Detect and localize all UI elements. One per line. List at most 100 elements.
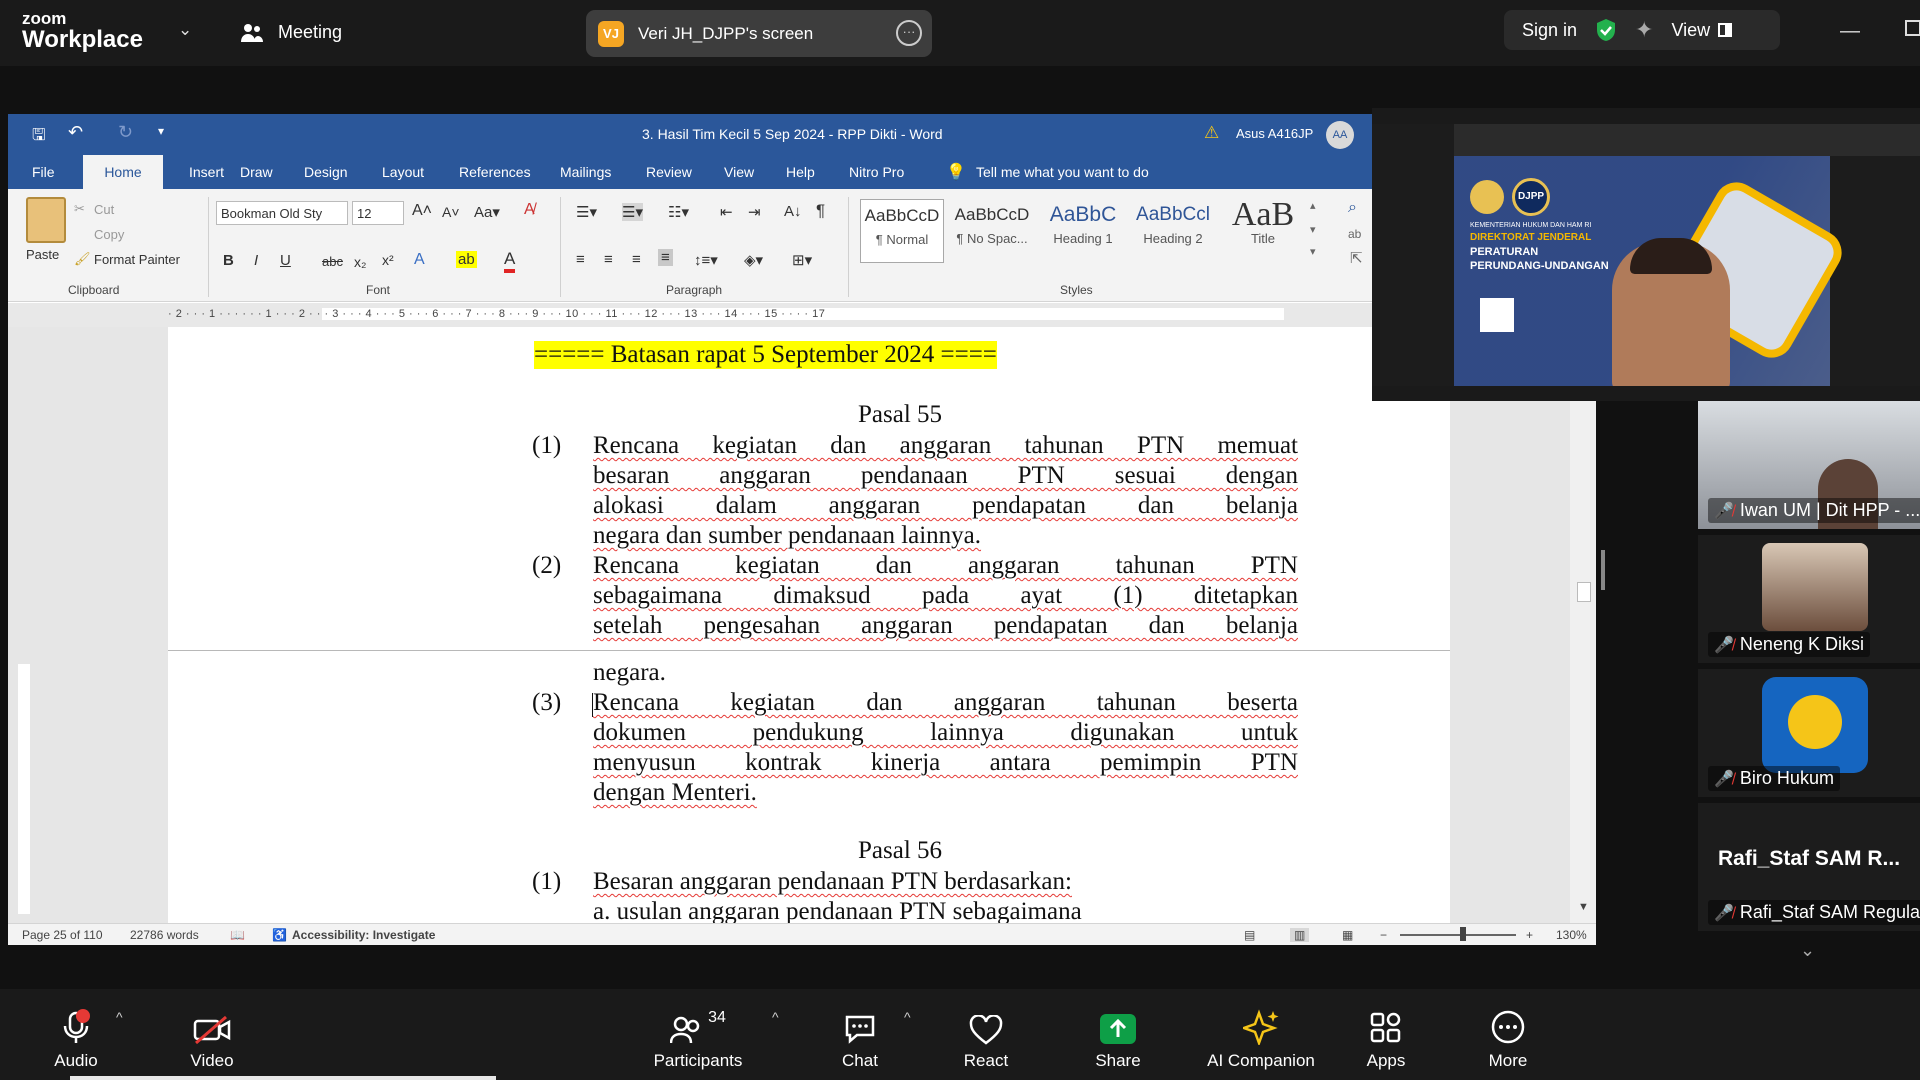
proofing-icon[interactable]: 📖 — [230, 928, 245, 942]
cut-icon[interactable]: ✂ — [74, 201, 85, 217]
multilevel-list-icon[interactable]: ☷▾ — [668, 203, 689, 221]
minimize-icon[interactable]: — — [1840, 20, 1860, 43]
increase-indent-icon[interactable]: ⇥ — [748, 203, 761, 221]
underline-icon[interactable]: U — [280, 252, 291, 269]
tab-mailings[interactable]: Mailings — [560, 164, 611, 180]
copy-button[interactable]: Copy — [94, 227, 124, 242]
audio-options-icon[interactable]: ^ — [116, 1009, 123, 1025]
font-name-dropdown[interactable]: Bookman Old Sty — [216, 201, 348, 225]
chat-options-icon[interactable]: ^ — [904, 1009, 911, 1025]
format-painter-button[interactable]: Format Painter — [94, 252, 180, 267]
bullets-icon[interactable]: ☰▾ — [576, 203, 597, 221]
more-options-icon[interactable]: ··· — [896, 20, 922, 46]
shrink-font-icon[interactable]: A˅ — [442, 204, 460, 220]
subscript-icon[interactable]: x₂ — [354, 254, 366, 270]
zoom-in-icon[interactable]: + — [1526, 928, 1533, 942]
shading-icon[interactable]: ◈▾ — [744, 251, 763, 269]
tab-view[interactable]: View — [724, 164, 754, 180]
chat-button[interactable]: Chat — [824, 989, 896, 1080]
tab-insert[interactable]: Insert — [189, 164, 224, 180]
chevron-down-icon[interactable]: ⌄ — [178, 20, 192, 40]
scroll-down-icon[interactable]: ▼ — [1578, 901, 1589, 913]
accessibility-status[interactable]: Accessibility: Investigate — [292, 928, 435, 942]
select-icon[interactable]: ⇱ — [1350, 249, 1363, 267]
warning-icon[interactable]: ⚠ — [1204, 123, 1219, 143]
tab-design[interactable]: Design — [304, 164, 348, 180]
ai-companion-button[interactable]: AI Companion — [1196, 989, 1326, 1080]
change-case-icon[interactable]: Aa▾ — [474, 203, 500, 221]
borders-icon[interactable]: ⊞▾ — [792, 251, 812, 269]
save-icon[interactable]: 🖫 — [32, 124, 46, 151]
shield-check-icon[interactable] — [1595, 18, 1617, 42]
participant-tile[interactable]: 🎤̸ Neneng K Diksi — [1698, 535, 1920, 663]
word-count[interactable]: 22786 words — [130, 928, 199, 942]
share-button[interactable]: Share — [1082, 989, 1154, 1080]
paste-icon[interactable] — [26, 197, 66, 243]
align-center-icon[interactable]: ≡ — [604, 251, 613, 268]
align-left-icon[interactable]: ≡ — [576, 251, 585, 268]
redo-icon[interactable]: ↻ — [118, 122, 133, 143]
print-layout-icon[interactable]: ▥ — [1290, 928, 1310, 942]
audio-button[interactable]: Audio — [40, 989, 112, 1080]
styles-scroll-up-icon[interactable]: ▴ — [1310, 199, 1316, 212]
decrease-indent-icon[interactable]: ⇤ — [720, 203, 733, 221]
maximize-icon[interactable] — [1905, 20, 1920, 36]
find-icon[interactable]: ⌕ — [1348, 199, 1357, 217]
tell-me-search[interactable]: Tell me what you want to do — [976, 164, 1149, 180]
chevron-down-icon[interactable]: ⌄ — [1800, 940, 1815, 961]
participant-tile[interactable]: Rafi_Staf SAM R... 🎤̸ Rafi_Staf SAM Regul… — [1698, 803, 1920, 931]
participant-tile[interactable]: 🎤̸ Biro Hukum — [1698, 669, 1920, 797]
participants-options-icon[interactable]: ^ — [772, 1009, 779, 1025]
tab-help[interactable]: Help — [786, 164, 815, 180]
style-no-spacing[interactable]: AaBbCcD ¶ No Spac... — [948, 199, 1036, 263]
show-formatting-icon[interactable]: ¶ — [816, 201, 825, 221]
clear-format-icon[interactable]: A̸ — [524, 201, 535, 219]
tab-draw[interactable]: Draw — [240, 164, 273, 180]
zoom-level[interactable]: 130% — [1556, 928, 1587, 942]
zoom-slider-thumb[interactable] — [1460, 927, 1466, 941]
panel-resize-handle[interactable] — [1601, 550, 1605, 590]
tab-file[interactable]: File — [32, 164, 55, 180]
web-layout-icon[interactable]: ▦ — [1342, 928, 1353, 942]
apps-button[interactable]: Apps — [1350, 989, 1422, 1080]
participants-button[interactable]: 34 Participants — [648, 989, 748, 1080]
meeting-menu[interactable]: Meeting — [240, 22, 342, 43]
cut-button[interactable]: Cut — [94, 202, 114, 217]
vertical-ruler[interactable] — [18, 664, 30, 914]
style-normal[interactable]: AaBbCcD ¶ Normal — [860, 199, 944, 263]
undo-icon[interactable]: ↶ — [68, 122, 83, 143]
quick-access-more-icon[interactable]: ▾ — [158, 124, 164, 138]
bold-icon[interactable]: B — [223, 252, 234, 269]
style-heading-1[interactable]: AaBbC Heading 1 — [1038, 199, 1128, 263]
font-color-icon[interactable]: A — [504, 249, 516, 273]
read-mode-icon[interactable]: ▤ — [1244, 928, 1255, 942]
sort-icon[interactable]: A↓ — [784, 203, 802, 220]
vertical-scrollbar[interactable]: ▼ — [1570, 327, 1596, 923]
tab-nitro-pro[interactable]: Nitro Pro — [849, 164, 904, 180]
styles-scroll-down-icon[interactable]: ▾ — [1310, 223, 1316, 236]
font-size-dropdown[interactable]: 12 — [352, 201, 404, 225]
format-painter-icon[interactable]: 🖌 — [74, 251, 91, 267]
zoom-slider[interactable] — [1400, 934, 1516, 936]
strikethrough-icon[interactable]: abc — [322, 254, 343, 269]
grow-font-icon[interactable]: A˄ — [412, 202, 432, 220]
numbering-icon[interactable]: ☰▾ — [622, 203, 643, 221]
tab-home[interactable]: Home — [83, 155, 163, 189]
zoom-workplace-logo[interactable]: zoom Workplace — [22, 10, 143, 52]
user-name[interactable]: Asus A416JP — [1236, 126, 1313, 141]
tab-layout[interactable]: Layout — [382, 164, 424, 180]
user-avatar[interactable]: AA — [1326, 121, 1354, 149]
page-count[interactable]: Page 25 of 110 — [22, 928, 103, 942]
text-effects-icon[interactable]: A — [414, 251, 425, 269]
view-button[interactable]: View — [1671, 20, 1733, 41]
align-right-icon[interactable]: ≡ — [632, 251, 641, 268]
superscript-icon[interactable]: x² — [382, 252, 394, 268]
scrollbar-thumb[interactable] — [1577, 582, 1591, 602]
accessibility-icon[interactable]: ♿ — [272, 928, 287, 942]
line-spacing-icon[interactable]: ↕≡▾ — [694, 251, 718, 269]
more-button[interactable]: More — [1472, 989, 1544, 1080]
highlight-icon[interactable]: ab — [456, 251, 477, 268]
zoom-out-icon[interactable]: − — [1380, 928, 1387, 942]
style-title[interactable]: AaB Title — [1218, 198, 1308, 263]
sparkle-icon[interactable]: ✦ — [1635, 17, 1653, 43]
